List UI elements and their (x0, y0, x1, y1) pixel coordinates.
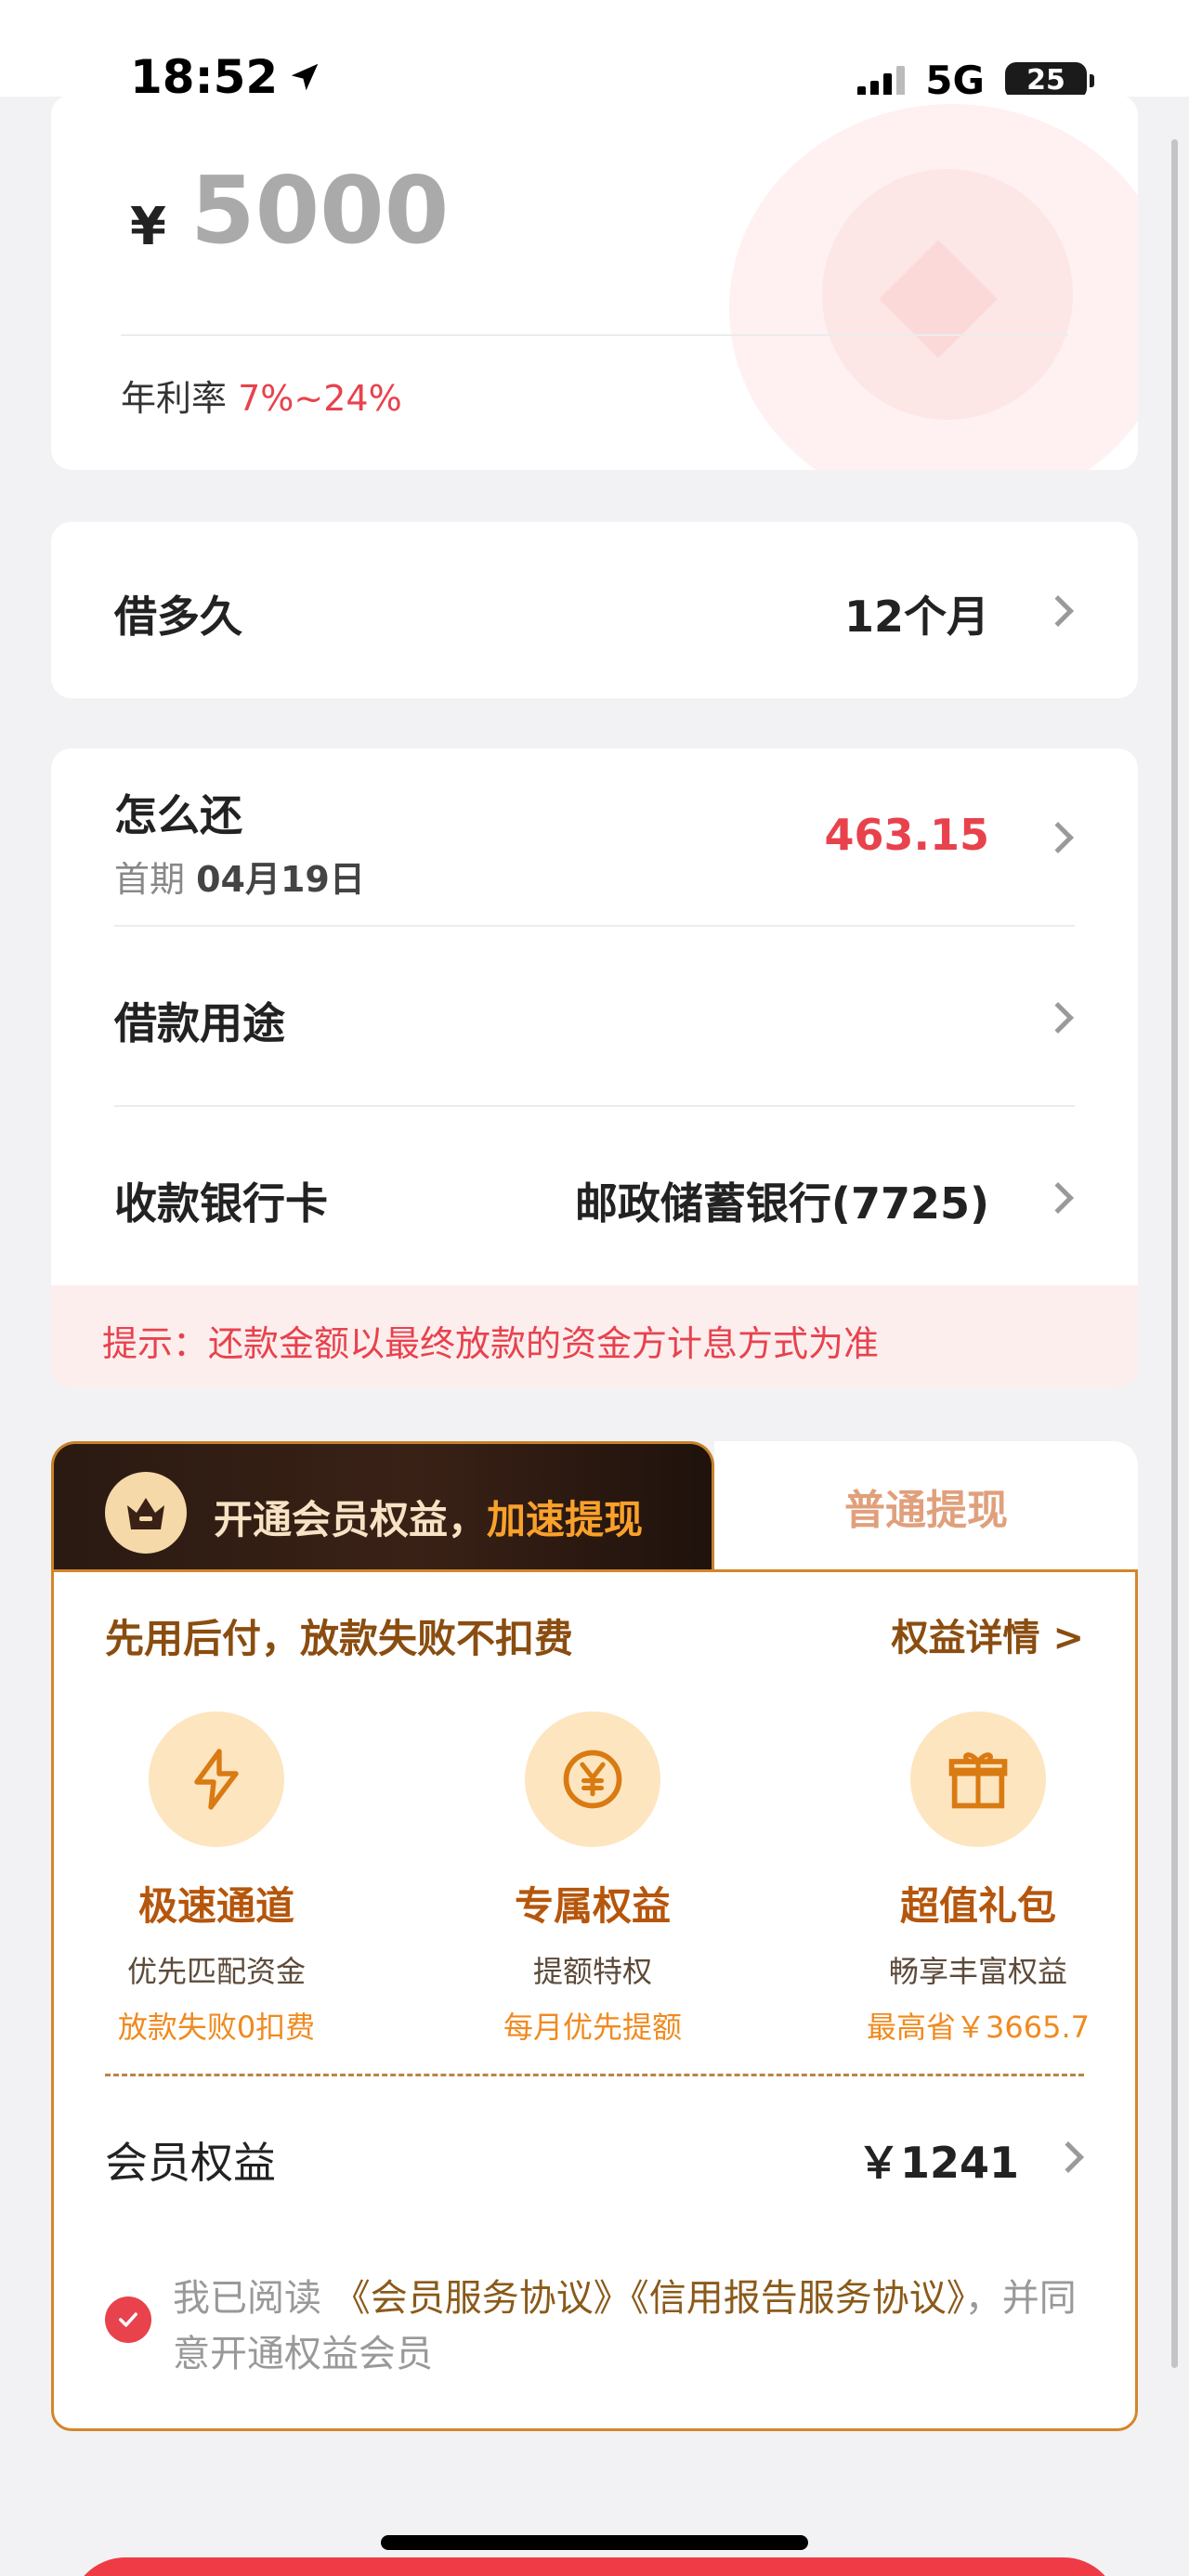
tab-member-label: 开通会员权益，加速提现 (214, 1489, 643, 1545)
benefit-note: 每月优先提额 (503, 2010, 682, 2045)
chevron-right-icon (1042, 1002, 1074, 1034)
tab-member-text: 开通会员权益， (214, 1497, 488, 1542)
benefit-title: 超值礼包 (899, 1883, 1056, 1929)
location-arrow-icon (291, 63, 319, 91)
tab-member-withdraw[interactable]: 开通会员权益，加速提现 (51, 1441, 714, 1571)
repay-card: 怎么还 首期 04月19日 463.15 借款用途 收款银行卡 邮政储蓄银行(7… (51, 748, 1138, 1285)
divider (121, 334, 1068, 336)
battery-level: 25 (1026, 64, 1065, 97)
withdraw-tabs: 开通会员权益，加速提现 普通提现 (51, 1441, 1138, 1571)
benefit-details-link[interactable]: 权益详情 > (892, 1607, 1084, 1661)
member-panel: 开通会员权益，加速提现 普通提现 先用后付，放款失败不扣费 权益详情 > 极速通… (51, 1441, 1138, 2431)
term-label: 借多久 (114, 592, 242, 642)
chevron-right-icon (1052, 2141, 1084, 2173)
benefit-desc: 畅享丰富权益 (888, 1954, 1067, 1989)
tab-member-highlight: 加速提现 (487, 1497, 644, 1542)
annual-rate: 年利率 7%~24% (121, 370, 402, 421)
benefit-desc: 优先匹配资金 (126, 1954, 306, 1989)
battery-icon: 25 (1005, 61, 1094, 99)
agree-prefix: 我已阅读 (173, 2277, 333, 2320)
bank-label: 收款银行卡 (114, 1178, 328, 1229)
benefit-item: 极速通道 优先匹配资金 放款失败0扣费 (77, 1711, 356, 2047)
loan-term-row[interactable]: 借多久 12个月 (51, 522, 1138, 698)
tab-normal-withdraw[interactable]: 普通提现 (714, 1441, 1138, 1571)
yen-coin-icon (525, 1711, 660, 1847)
member-title: 先用后付，放款失败不扣费 (105, 1616, 574, 1661)
scrollbar[interactable] (1171, 139, 1178, 2368)
benefit-item: 专属权益 提额特权 每月优先提额 (453, 1711, 732, 2047)
benefit-title: 极速通道 (137, 1883, 294, 1929)
chevron-right-icon (1042, 595, 1074, 627)
agreement-text: 我已阅读 《会员服务协议》《信用报告服务协议》，并同意开通权益会员 (173, 2270, 1083, 2382)
divider (114, 1105, 1075, 1107)
home-indicator (381, 2535, 808, 2550)
loan-amount-input[interactable]: 5000 (190, 156, 449, 265)
dashed-divider (105, 2074, 1084, 2076)
divider (114, 925, 1075, 927)
first-repay-date: 首期 04月19日 (114, 851, 365, 902)
chevron-right-icon (1042, 822, 1074, 853)
chevron-right-icon (1042, 1182, 1074, 1214)
lightning-icon (149, 1711, 284, 1847)
benefit-title: 专属权益 (514, 1883, 671, 1929)
tab-normal-label: 普通提现 (844, 1487, 1008, 1534)
first-prefix: 首期 (114, 859, 186, 900)
tip-bar: 提示：还款金额以最终放款的资金方计息方式为准 (51, 1285, 1138, 1387)
first-date: 04月19日 (196, 859, 365, 900)
submit-button[interactable] (70, 2557, 1119, 2576)
member-fee-value: ￥1241 (856, 2138, 1019, 2188)
member-fee-label: 会员权益 (105, 2138, 276, 2188)
bank-value: 邮政储蓄银行(7725) (574, 1178, 989, 1229)
status-bar: 18:52 5G 25 (0, 0, 1189, 104)
amount-card: ¥ 5000 年利率 7%~24% (51, 95, 1138, 470)
signal-icon (857, 64, 906, 98)
term-value: 12个月 (843, 592, 989, 642)
benefit-item: 超值礼包 畅享丰富权益 最高省￥3665.7 (839, 1711, 1117, 2047)
benefit-desc: 提额特权 (532, 1954, 652, 1989)
gift-icon (910, 1711, 1046, 1847)
rate-label: 年利率 (121, 378, 228, 419)
crown-icon (105, 1472, 187, 1554)
member-service-agreement-link[interactable]: 《会员服务协议》 (333, 2277, 631, 2320)
benefit-note: 最高省￥3665.7 (867, 2010, 1090, 2045)
purpose-label: 借款用途 (114, 998, 285, 1048)
credit-report-agreement-link[interactable]: 《信用报告服务协议》 (631, 2277, 965, 2320)
repay-amount: 463.15 (824, 810, 989, 860)
agree-checkbox[interactable] (105, 2296, 151, 2343)
tip-text: 提示：还款金额以最终放款的资金方计息方式为准 (102, 1323, 880, 1364)
repay-label: 怎么还 (114, 790, 242, 840)
rate-value: 7%~24% (238, 378, 402, 419)
benefit-note: 放款失败0扣费 (117, 2010, 316, 2045)
member-benefits-body: 先用后付，放款失败不扣费 权益详情 > 极速通道 优先匹配资金 放款失败0扣费 … (51, 1569, 1138, 2431)
currency-symbol: ¥ (130, 197, 166, 257)
